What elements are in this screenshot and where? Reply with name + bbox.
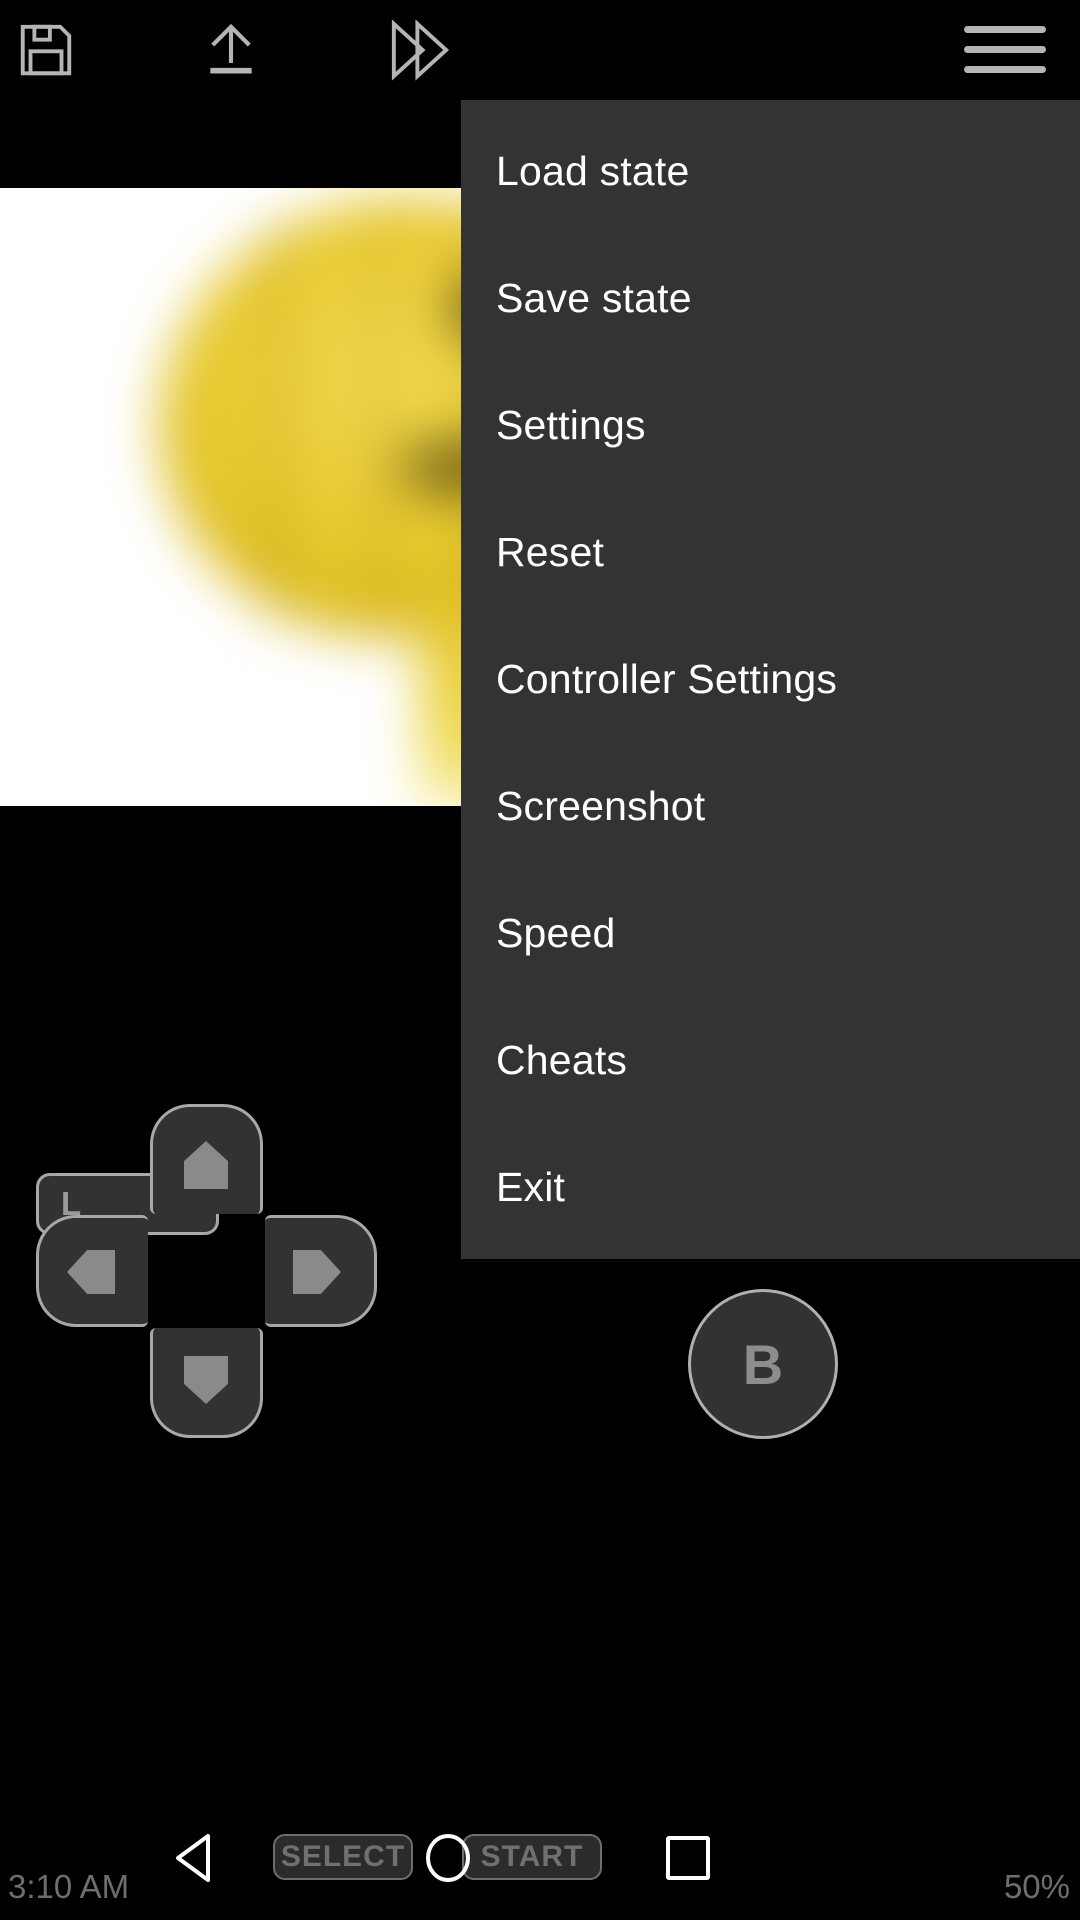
status-bar-battery: 50%: [1003, 1868, 1070, 1905]
menu-item-exit[interactable]: Exit: [461, 1124, 1080, 1251]
load-state-button[interactable]: [185, 0, 277, 100]
select-button[interactable]: SELECT: [273, 1834, 413, 1880]
action-button-b[interactable]: B: [688, 1289, 838, 1439]
menu-item-load-state[interactable]: Load state: [461, 108, 1080, 235]
menu-item-settings[interactable]: Settings: [461, 362, 1080, 489]
start-button[interactable]: START: [462, 1834, 602, 1880]
floppy-disk-icon: [20, 24, 72, 76]
dpad-left-arrow-icon: [67, 1250, 115, 1294]
dpad-right-button[interactable]: [265, 1215, 377, 1327]
menu-item-screenshot[interactable]: Screenshot: [461, 743, 1080, 870]
menu-button[interactable]: [950, 0, 1060, 100]
dpad-left-button[interactable]: [36, 1215, 148, 1327]
menu-item-controller-settings[interactable]: Controller Settings: [461, 616, 1080, 743]
dpad-right-arrow-icon: [293, 1250, 341, 1294]
menu-item-reset[interactable]: Reset: [461, 489, 1080, 616]
fast-forward-button[interactable]: [370, 0, 470, 100]
upload-arrow-icon: [210, 23, 252, 74]
start-button-label: START: [480, 1840, 584, 1873]
fast-forward-icon: [391, 19, 450, 81]
android-back-button[interactable]: [170, 1832, 222, 1884]
android-home-button[interactable]: [424, 1833, 472, 1883]
status-bar-time: 3:10 AM: [8, 1868, 130, 1905]
menu-item-speed[interactable]: Speed: [461, 870, 1080, 997]
hamburger-menu-icon: [964, 26, 1046, 73]
select-button-label: SELECT: [280, 1840, 406, 1873]
home-circle-icon: [426, 1834, 470, 1882]
back-triangle-icon: [176, 1834, 210, 1882]
dpad-up-button[interactable]: [150, 1104, 263, 1214]
dpad-up-arrow-icon: [184, 1141, 228, 1189]
action-button-b-label: B: [742, 1332, 784, 1396]
dpad-down-arrow-icon: [184, 1356, 228, 1404]
android-recents-button[interactable]: [666, 1836, 710, 1880]
emulator-toolbar: [0, 0, 1080, 100]
artwork-stripe: [370, 198, 386, 638]
save-state-button[interactable]: [0, 0, 92, 100]
artwork-stripe: [270, 198, 286, 638]
menu-item-cheats[interactable]: Cheats: [461, 997, 1080, 1124]
emulator-dropdown-menu: Load state Save state Settings Reset Con…: [461, 100, 1080, 1259]
dpad-down-button[interactable]: [150, 1328, 263, 1438]
menu-item-save-state[interactable]: Save state: [461, 235, 1080, 362]
